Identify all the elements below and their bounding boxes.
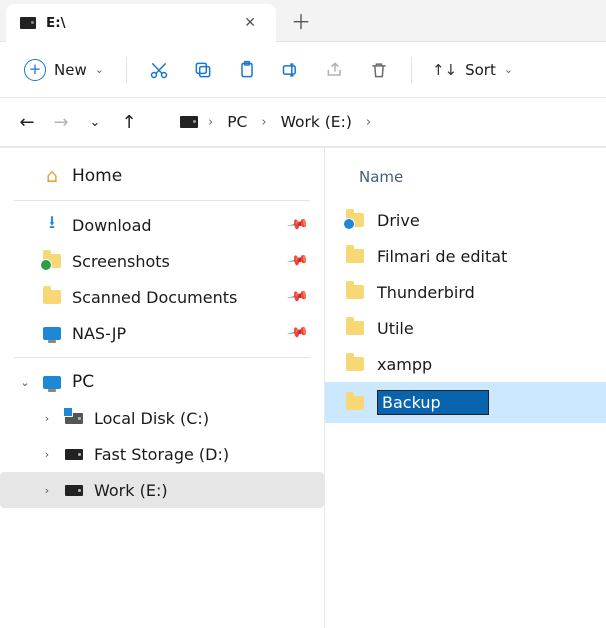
separator xyxy=(411,57,412,83)
sidebar-item-label: Scanned Documents xyxy=(72,288,279,307)
tab-bar: E:\ ✕ ＋ xyxy=(0,0,606,42)
tab-title: E:\ xyxy=(46,15,66,31)
drive-icon xyxy=(65,485,83,496)
pin-icon: 📌 xyxy=(286,321,309,344)
share-button[interactable] xyxy=(315,50,355,90)
address-bar: ← → ⌄ ↑ › PC › Work (E:) › xyxy=(0,98,606,148)
recent-locations-button[interactable]: ⌄ xyxy=(82,107,108,137)
expand-icon[interactable]: › xyxy=(40,448,54,461)
sidebar-item-label: PC xyxy=(72,372,310,392)
folder-icon xyxy=(346,249,364,263)
sort-button[interactable]: ↑↓ Sort ⌄ xyxy=(424,55,521,85)
back-button[interactable]: ← xyxy=(14,107,40,137)
sidebar-item-label: Local Disk (C:) xyxy=(94,409,310,428)
sidebar-item-scanned-documents[interactable]: Scanned Documents 📌 xyxy=(0,279,324,315)
file-name: Thunderbird xyxy=(377,283,475,302)
list-item[interactable]: Filmari de editat xyxy=(325,238,606,274)
collapse-icon[interactable]: ⌄ xyxy=(18,376,32,389)
breadcrumb: › PC › Work (E:) › xyxy=(180,109,371,135)
monitor-icon xyxy=(43,327,61,340)
home-icon: ⌂ xyxy=(42,166,62,186)
sort-icon: ↑↓ xyxy=(432,61,457,79)
sidebar-item-drive-d[interactable]: › Fast Storage (D:) xyxy=(0,436,324,472)
new-button-label: New xyxy=(54,61,87,79)
list-item[interactable]: Thunderbird xyxy=(325,274,606,310)
navigation-pane: ⌂ Home ⭳ Download 📌 Screenshots 📌 Scanne… xyxy=(0,148,325,628)
pin-icon: 📌 xyxy=(286,285,309,308)
sidebar-item-label: Fast Storage (D:) xyxy=(94,445,310,464)
drive-icon xyxy=(180,116,198,128)
chevron-right-icon: › xyxy=(366,115,371,130)
rename-box xyxy=(377,390,489,415)
folder-icon xyxy=(346,321,364,335)
up-button[interactable]: ↑ xyxy=(116,107,142,137)
list-item[interactable]: Utile xyxy=(325,310,606,346)
file-name: Drive xyxy=(377,211,420,230)
list-item-renaming[interactable] xyxy=(325,382,606,423)
expand-icon[interactable]: › xyxy=(40,412,54,425)
forward-button[interactable]: → xyxy=(48,107,74,137)
list-item[interactable]: Drive xyxy=(325,202,606,238)
sidebar-item-label: NAS-JP xyxy=(72,324,279,343)
pc-icon xyxy=(43,376,61,389)
chevron-right-icon: › xyxy=(261,115,266,130)
pin-icon: 📌 xyxy=(286,249,309,272)
separator xyxy=(126,57,127,83)
sidebar-item-label: Home xyxy=(72,166,310,186)
sidebar-item-label: Screenshots xyxy=(72,252,279,271)
copy-button[interactable] xyxy=(183,50,223,90)
drive-icon xyxy=(65,413,83,424)
drive-icon xyxy=(20,17,36,29)
sidebar-item-drive-e[interactable]: › Work (E:) xyxy=(0,472,324,508)
sidebar-item-label: Work (E:) xyxy=(94,481,310,500)
column-header-name[interactable]: Name xyxy=(325,158,606,202)
file-name: Filmari de editat xyxy=(377,247,507,266)
toolbar: + New ⌄ ↑ xyxy=(0,42,606,98)
sidebar-item-home[interactable]: ⌂ Home xyxy=(0,158,324,194)
folder-icon xyxy=(43,254,61,268)
rename-button[interactable] xyxy=(271,50,311,90)
sidebar-item-pc[interactable]: ⌄ PC xyxy=(0,364,324,400)
new-button[interactable]: + New ⌄ xyxy=(14,53,114,87)
new-tab-button[interactable]: ＋ xyxy=(284,4,318,38)
pin-icon: 📌 xyxy=(286,213,309,236)
folder-icon xyxy=(346,213,364,227)
separator xyxy=(14,357,310,358)
expand-icon[interactable]: › xyxy=(40,484,54,497)
folder-icon xyxy=(346,357,364,371)
folder-icon xyxy=(346,285,364,299)
file-name: xampp xyxy=(377,355,432,374)
breadcrumb-pc[interactable]: PC xyxy=(223,109,251,135)
cut-button[interactable] xyxy=(139,50,179,90)
sidebar-item-drive-c[interactable]: › Local Disk (C:) xyxy=(0,400,324,436)
file-name: Utile xyxy=(377,319,414,338)
download-icon: ⭳ xyxy=(42,215,62,235)
paste-button[interactable] xyxy=(227,50,267,90)
breadcrumb-drive[interactable]: Work (E:) xyxy=(277,109,356,135)
sidebar-item-screenshots[interactable]: Screenshots 📌 xyxy=(0,243,324,279)
sort-label: Sort xyxy=(465,61,496,79)
separator xyxy=(14,200,310,201)
tab-close-button[interactable]: ✕ xyxy=(238,11,262,35)
drive-icon xyxy=(65,449,83,460)
folder-icon xyxy=(43,290,61,304)
chevron-right-icon: › xyxy=(208,115,213,130)
chevron-down-icon: ⌄ xyxy=(95,63,104,76)
rename-input[interactable] xyxy=(378,391,488,414)
folder-icon xyxy=(346,396,364,410)
sidebar-item-label: Download xyxy=(72,216,279,235)
delete-button[interactable] xyxy=(359,50,399,90)
chevron-down-icon: ⌄ xyxy=(504,63,513,76)
sidebar-item-download[interactable]: ⭳ Download 📌 xyxy=(0,207,324,243)
file-list: Name Drive Filmari de editat Thunderbird… xyxy=(325,148,606,628)
tab-current[interactable]: E:\ ✕ xyxy=(6,4,276,42)
plus-icon: + xyxy=(24,59,46,81)
sidebar-item-nas[interactable]: NAS-JP 📌 xyxy=(0,315,324,351)
list-item[interactable]: xampp xyxy=(325,346,606,382)
